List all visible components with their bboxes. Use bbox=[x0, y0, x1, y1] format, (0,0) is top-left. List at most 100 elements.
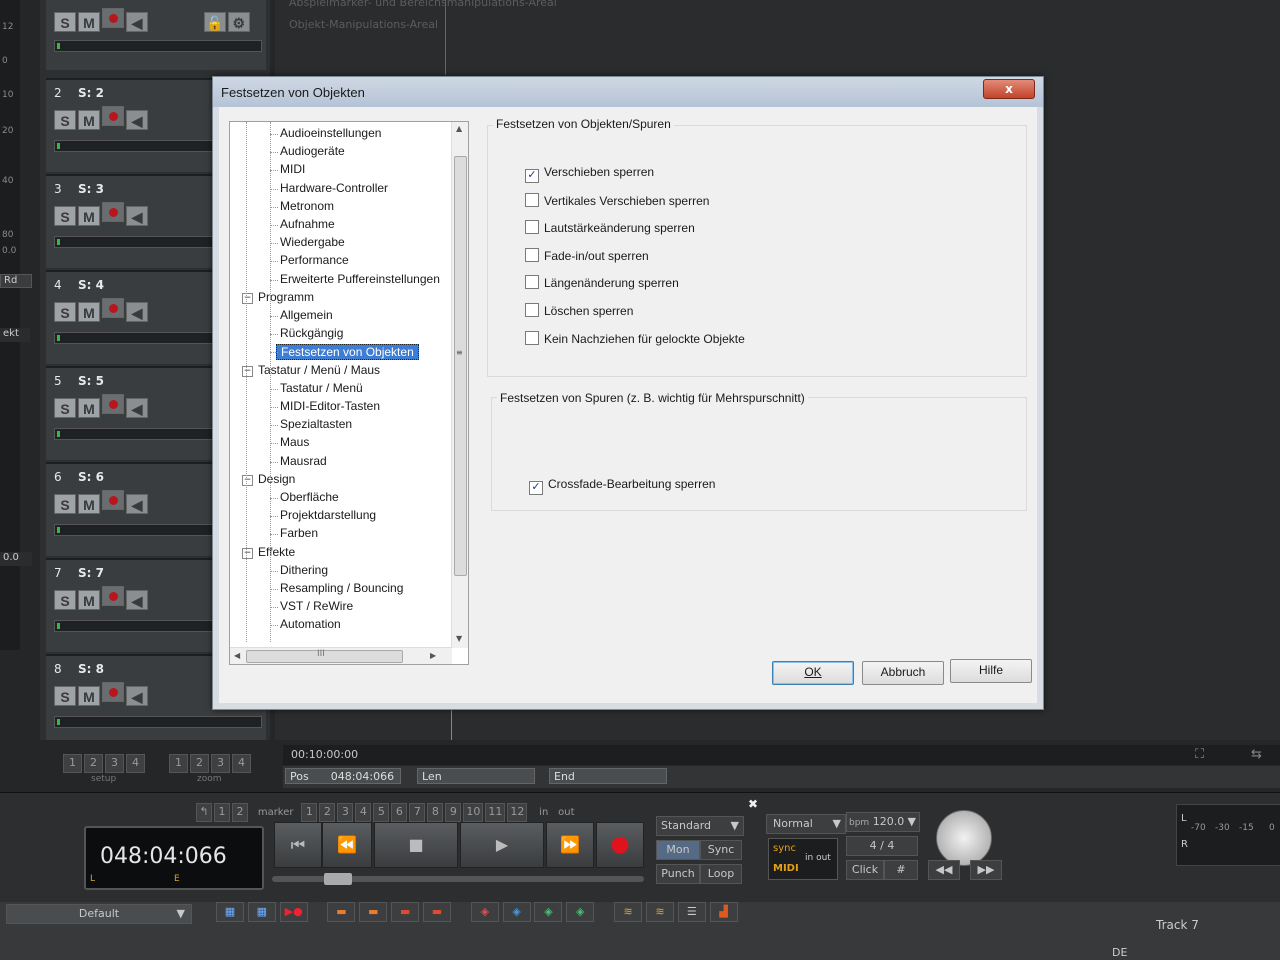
pos-field[interactable]: Pos 048:04:066 bbox=[285, 768, 401, 784]
rewind-button[interactable]: ⏪ bbox=[322, 822, 372, 868]
checkbox-option[interactable]: Längenänderung sperren bbox=[525, 275, 679, 290]
scroll-right-icon[interactable]: ▶ bbox=[430, 651, 436, 660]
tree-scroll-thumb[interactable] bbox=[454, 156, 467, 576]
lock-icon[interactable]: 🔓 bbox=[203, 12, 226, 32]
speaker-icon[interactable]: ◀ bbox=[126, 398, 148, 418]
collapse-icon[interactable]: − bbox=[242, 474, 253, 486]
play-button[interactable]: ▶ bbox=[460, 822, 544, 868]
grid-lock-icon[interactable]: # bbox=[884, 860, 918, 880]
position-slider-thumb[interactable] bbox=[324, 873, 352, 885]
checkbox-unchecked[interactable] bbox=[525, 192, 539, 207]
loop-button[interactable]: Loop bbox=[700, 864, 742, 884]
dialog-titlebar[interactable]: Festsetzen von Objekten x bbox=[213, 77, 1043, 107]
record-button[interactable] bbox=[102, 490, 124, 510]
tree-item[interactable]: Resampling / Bouncing bbox=[280, 581, 403, 595]
marker-slot[interactable]: 4 bbox=[355, 803, 372, 822]
goto-start-button[interactable]: ⏮ bbox=[274, 822, 322, 868]
tree-item[interactable]: Hardware-Controller bbox=[280, 181, 388, 195]
tree-item[interactable]: Audioeinstellungen bbox=[280, 126, 381, 140]
tree-item[interactable]: Erweiterte Puffereinstellungen bbox=[280, 272, 440, 286]
solo-button[interactable]: S bbox=[54, 12, 76, 32]
checkbox-option[interactable]: Vertikales Verschieben sperren bbox=[525, 192, 709, 208]
tree-item[interactable]: Allgemein bbox=[280, 308, 333, 322]
mute-button[interactable]: M bbox=[78, 110, 100, 130]
record-button[interactable] bbox=[102, 394, 124, 414]
marker-icon-3[interactable]: ◈ bbox=[534, 902, 563, 922]
solo-button[interactable]: S bbox=[54, 206, 76, 226]
speaker-icon[interactable]: ◀ bbox=[126, 686, 148, 706]
cut-icon-4[interactable]: ▬ bbox=[422, 902, 451, 922]
fast-forward-button[interactable]: ⏩ bbox=[546, 822, 594, 868]
tree-vertical-scrollbar[interactable]: ▲ ≡ ▼ bbox=[451, 122, 468, 648]
mute-button[interactable]: M bbox=[78, 302, 100, 322]
marker-slot[interactable]: 9 bbox=[445, 803, 462, 822]
marker-slot[interactable]: 5 bbox=[373, 803, 390, 822]
tree-item[interactable]: Metronom bbox=[280, 199, 334, 213]
tree-item[interactable]: Tastatur / Menü / Maus bbox=[258, 363, 380, 377]
zoom-3[interactable]: 3 bbox=[211, 754, 230, 773]
signature-field[interactable]: 4 / 4 bbox=[846, 836, 918, 856]
checkbox-unchecked[interactable] bbox=[525, 247, 539, 262]
tree-item[interactable]: Dithering bbox=[280, 563, 328, 577]
punch-button[interactable]: Punch bbox=[656, 864, 700, 884]
setup-4[interactable]: 4 bbox=[126, 754, 145, 773]
solo-button[interactable]: S bbox=[54, 494, 76, 514]
settings-tree[interactable]: Audioeinstellungen Audiogeräte MIDI Hardwar… bbox=[229, 121, 469, 665]
track-name[interactable]: S: 3 bbox=[78, 182, 104, 196]
setup-1[interactable]: 1 bbox=[63, 754, 82, 773]
tree-item[interactable]: Spezialtasten bbox=[280, 417, 352, 431]
record-button[interactable] bbox=[102, 202, 124, 222]
collapse-icon[interactable]: − bbox=[242, 292, 253, 304]
marker-icon-4[interactable]: ◈ bbox=[566, 902, 595, 922]
marker-slot[interactable]: 11 bbox=[485, 803, 506, 822]
tree-item[interactable]: Effekte bbox=[258, 545, 295, 559]
mute-button[interactable]: M bbox=[78, 206, 100, 226]
stop-button[interactable]: ■ bbox=[374, 822, 458, 868]
tree-item[interactable]: Audiogeräte bbox=[280, 144, 345, 158]
marker-icon-2[interactable]: ◈ bbox=[502, 902, 531, 922]
tree-item[interactable]: Design bbox=[258, 472, 295, 486]
ok-button[interactable]: OK bbox=[772, 661, 854, 685]
end-field[interactable]: End bbox=[549, 768, 667, 784]
checkbox-option[interactable]: Löschen sperren bbox=[525, 303, 633, 318]
zoom-4[interactable]: 4 bbox=[232, 754, 251, 773]
tree-item[interactable]: Mausrad bbox=[280, 454, 327, 468]
in-label[interactable]: in bbox=[539, 807, 548, 818]
mon-button[interactable]: Mon bbox=[656, 840, 700, 860]
record-button[interactable] bbox=[102, 298, 124, 318]
click-button[interactable]: Click bbox=[846, 860, 884, 880]
language-indicator[interactable]: DE bbox=[1112, 946, 1127, 959]
cut-icon-2[interactable]: ▬ bbox=[359, 902, 388, 922]
record-button[interactable] bbox=[102, 682, 124, 702]
tree-item[interactable]: Aufnahme bbox=[280, 217, 335, 231]
marker-1[interactable]: 1 bbox=[214, 803, 230, 822]
len-field[interactable]: Len bbox=[417, 768, 535, 784]
time-display[interactable]: 048:04:066 L E bbox=[84, 826, 264, 890]
default-select[interactable]: Default ▼ bbox=[6, 904, 192, 924]
track-name[interactable]: S: 4 bbox=[78, 278, 104, 292]
track-name[interactable]: S: 6 bbox=[78, 470, 104, 484]
mode-select[interactable]: Standard ▼ bbox=[656, 816, 744, 836]
close-icon[interactable]: ✖ bbox=[748, 797, 758, 811]
mode-icon-2[interactable]: ▦ bbox=[247, 902, 276, 922]
tree-item[interactable]: Wiedergabe bbox=[280, 235, 345, 249]
collapse-icon[interactable]: − bbox=[242, 547, 253, 559]
marker-slot[interactable]: 3 bbox=[337, 803, 354, 822]
tree-horizontal-scrollbar[interactable]: ◀ III ▶ bbox=[230, 647, 452, 664]
scroll-down-icon[interactable]: ▼ bbox=[456, 634, 462, 643]
checkbox-option[interactable]: ✓ Verschieben sperren bbox=[525, 165, 654, 183]
solo-button[interactable]: S bbox=[54, 302, 76, 322]
tree-item[interactable]: MIDI-Editor-Tasten bbox=[280, 399, 380, 413]
tree-item[interactable]: Programm bbox=[258, 290, 314, 304]
setup-3[interactable]: 3 bbox=[105, 754, 124, 773]
record-button[interactable] bbox=[102, 586, 124, 606]
track-1[interactable]: S M ◀ 🔓 ⚙ bbox=[46, 0, 266, 70]
marker-slot[interactable]: 2 bbox=[319, 803, 336, 822]
tree-item[interactable]: Projektdarstellung bbox=[280, 508, 376, 522]
marker-slot[interactable]: 1 bbox=[301, 803, 318, 822]
cut-icon-3[interactable]: ▬ bbox=[391, 902, 420, 922]
sync-button[interactable]: Sync bbox=[700, 840, 742, 860]
track-name[interactable]: S: 7 bbox=[78, 566, 104, 580]
scroll-left-icon[interactable]: ◀ bbox=[234, 651, 240, 660]
speaker-icon[interactable]: ◀ bbox=[126, 302, 148, 322]
